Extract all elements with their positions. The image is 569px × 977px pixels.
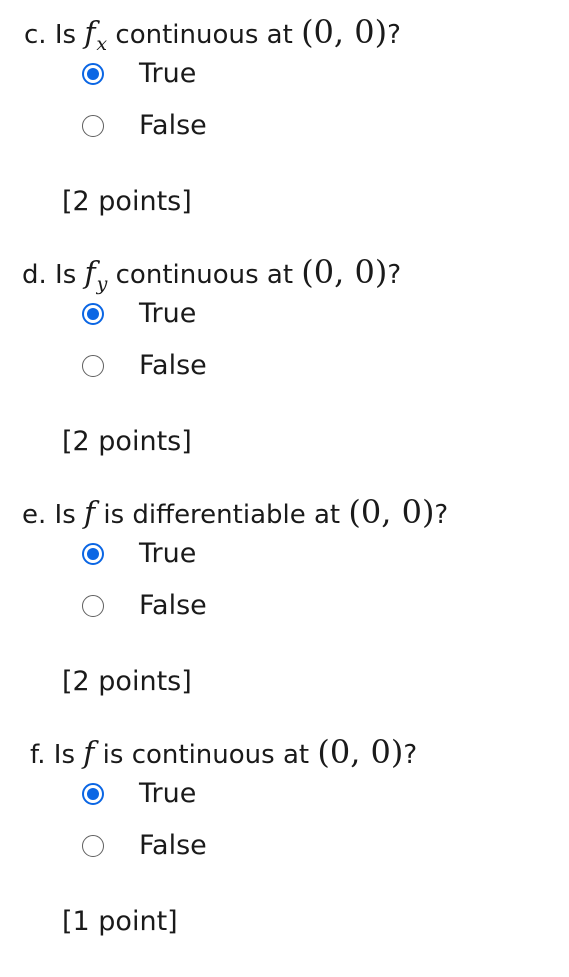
option-label: True (139, 538, 197, 569)
function-symbol: f (84, 496, 96, 531)
option-false[interactable]: False (82, 344, 322, 396)
option-true[interactable]: True (82, 772, 322, 824)
option-label: False (139, 830, 207, 861)
point-expression: (0, 0) (301, 253, 388, 291)
question-mark: ? (434, 500, 449, 530)
option-label: True (139, 58, 197, 89)
point-expression: (0, 0) (317, 733, 404, 771)
answer-options: True False (82, 52, 322, 156)
points-label: [1 point] (62, 906, 178, 937)
question-letter: d. (22, 260, 47, 290)
question-mark: ? (387, 20, 401, 50)
radio-unchecked-icon[interactable] (82, 355, 104, 377)
question-letter: c. (24, 20, 47, 50)
question-letter: f. (30, 740, 46, 770)
option-true[interactable]: True (82, 292, 322, 344)
question-post: is differentiable at (103, 500, 341, 530)
question-letter: e. (22, 500, 47, 530)
points-label: [2 points] (62, 186, 192, 217)
question-pre: Is (54, 20, 77, 50)
answer-options: True False (82, 292, 322, 396)
radio-checked-icon[interactable] (82, 63, 104, 85)
radio-unchecked-icon[interactable] (82, 595, 104, 617)
option-true[interactable]: True (82, 52, 322, 104)
option-false[interactable]: False (82, 104, 322, 156)
question-text: e. Is f is differentiable at (0, 0)? (22, 492, 448, 532)
question-post: is continuous at (102, 740, 310, 770)
answer-options: True False (82, 772, 322, 876)
question-text: d. Is fy continuous at (0, 0)? (22, 252, 402, 295)
points-label: [2 points] (62, 666, 192, 697)
option-label: False (139, 590, 207, 621)
option-label: False (139, 350, 207, 381)
point-expression: (0, 0) (301, 13, 388, 51)
option-label: True (139, 778, 197, 809)
option-label: False (139, 110, 207, 141)
point-expression: (0, 0) (348, 493, 435, 531)
question-mark: ? (387, 260, 402, 290)
function-symbol: f (83, 736, 95, 771)
radio-checked-icon[interactable] (82, 543, 104, 565)
question-post: continuous at (115, 260, 294, 290)
question-text: f. Is f is continuous at (0, 0)? (30, 732, 417, 772)
function-symbol: fy (84, 256, 108, 295)
radio-unchecked-icon[interactable] (82, 835, 104, 857)
question-text: c. Is fx continuous at (0, 0)? (24, 12, 401, 55)
radio-checked-icon[interactable] (82, 783, 104, 805)
answer-options: True False (82, 532, 322, 636)
points-label: [2 points] (62, 426, 192, 457)
question-pre: Is (54, 500, 76, 530)
question-post: continuous at (115, 20, 293, 50)
question-pre: Is (53, 740, 76, 770)
option-false[interactable]: False (82, 584, 322, 636)
radio-unchecked-icon[interactable] (82, 115, 104, 137)
question-mark: ? (403, 740, 418, 770)
option-true[interactable]: True (82, 532, 322, 584)
function-symbol: fx (84, 16, 108, 55)
option-label: True (139, 298, 197, 329)
question-pre: Is (55, 260, 77, 290)
option-false[interactable]: False (82, 824, 322, 876)
radio-checked-icon[interactable] (82, 303, 104, 325)
